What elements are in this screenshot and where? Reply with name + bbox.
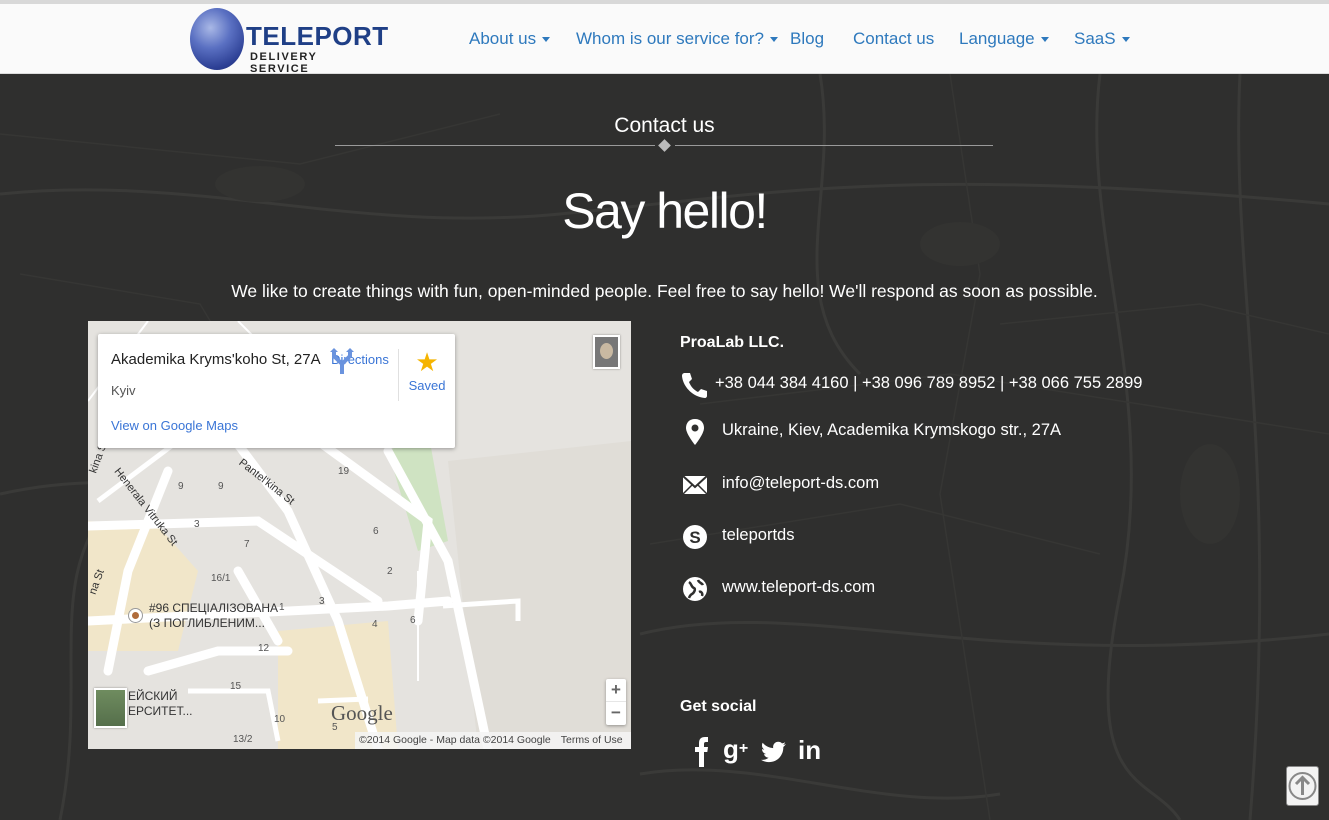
user-avatar[interactable] [593,335,620,369]
caret-down-icon [542,37,551,43]
house-number: 6 [410,615,416,626]
house-number: 9 [218,481,224,492]
skype-handle[interactable]: teleportds [722,526,794,545]
caret-down-icon [1040,37,1049,43]
scroll-to-top-button[interactable] [1286,766,1319,806]
house-number: 13/2 [233,734,253,745]
info-window-separator [398,349,399,401]
nav-about-us-label: About us [469,29,537,48]
skype-icon: S [683,525,707,549]
view-on-google-maps-link[interactable]: View on Google Maps [111,418,238,433]
zoom-in-button[interactable]: + [606,679,626,702]
map-attribution: ©2014 Google - Map data ©2014 Google [359,734,551,746]
headline: Say hello! [562,183,768,239]
house-number: 1 [279,602,285,613]
poi-line-2: (З ПОГЛИБЛЕНИМ... [149,616,265,630]
directions-icon [330,348,354,374]
linkedin-icon[interactable]: in [798,734,826,768]
get-social-title: Get social [680,698,757,715]
zoom-out-button[interactable]: − [606,702,626,725]
place-title: Akademika Kryms'koho St, 27A [111,351,321,368]
terms-of-use-link[interactable]: Terms of Use [561,734,623,746]
nav-saas[interactable]: SaaS [1074,29,1130,49]
saved-button[interactable]: ★ Saved [403,348,451,393]
star-icon: ★ [415,347,439,377]
caret-down-icon [1121,37,1130,43]
logo-title: TELEPORT [246,21,389,51]
zoom-control: + − [606,679,626,725]
school-pin-icon[interactable] [128,608,143,623]
nav-contact-us[interactable]: Contact us [853,29,934,49]
site-logo[interactable]: TELEPORT DELIVERY SERVICE [190,8,388,75]
intro-text: We like to create things with fun, open-… [231,281,1098,301]
house-number: 12 [258,643,270,654]
house-number: 7 [244,539,250,550]
google-logo: Google [331,701,393,725]
house-number: 4 [372,619,378,630]
envelope-icon [682,475,708,495]
corner-poi-label: ЕЙСКИЙ ЕРСИТЕТ... [128,689,193,719]
section-title: Contact us [614,114,715,137]
house-number: 16/1 [211,573,231,584]
place-city: Kyiv [111,383,136,398]
saved-label: Saved [408,378,446,393]
google-map[interactable]: Pantel'kina St Henerala Vitruka St kina … [88,321,631,749]
company-name: ProaLab LLC. [680,334,785,351]
globe-logo-icon [190,8,244,70]
house-number: 3 [319,596,325,607]
nav-blog-label: Blog [790,29,825,48]
poi-line-1: #96 СПЕЦІАЛІЗОВАНА [149,601,279,615]
house-number: 2 [387,566,393,577]
nav-whom-for[interactable]: Whom is our service for? [576,29,778,49]
phone-numbers[interactable]: +38 044 384 4160 | +38 096 789 8952 | +3… [715,374,1142,393]
top-navbar: TELEPORT DELIVERY SERVICE About us Whom … [0,0,1329,75]
caret-down-icon [770,37,778,43]
nav-contact-us-label: Contact us [853,29,935,48]
svg-text:S: S [689,528,700,547]
logo-subtitle: DELIVERY SERVICE [250,51,318,75]
house-number: 9 [178,481,184,492]
website-link[interactable]: www.teleport-ds.com [722,578,875,597]
street-view-thumbnail[interactable] [94,688,127,728]
house-number: 19 [338,466,350,477]
map-attribution-bar: ©2014 Google - Map data ©2014 Google Term… [355,732,631,749]
poi-label[interactable]: #96 СПЕЦІАЛІЗОВАНА (З ПОГЛИБЛЕНИМ... [149,601,278,631]
nav-language[interactable]: Language [959,29,1049,49]
nav-blog[interactable]: Blog [790,29,824,49]
google-plus-icon[interactable]: g+ [723,734,751,768]
nav-saas-label: SaaS [1074,29,1116,48]
house-number: 10 [274,714,286,725]
twitter-icon[interactable] [758,734,788,768]
contact-section: Contact us Say hello! We like to create … [0,74,1329,820]
facebook-icon[interactable] [688,734,716,768]
arrow-up-circle-icon [1288,772,1317,800]
email-link[interactable]: info@teleport-ds.com [722,474,879,493]
location-pin-icon [686,419,704,445]
globe-icon [683,577,707,601]
map-info-window: Akademika Kryms'koho St, 27A Kyiv View o… [98,334,455,448]
house-number: 3 [194,519,200,530]
address-text: Ukraine, Kiev, Academika Krymskogo str.,… [722,421,1061,439]
corner-poi-line-2: ЕРСИТЕТ... [128,704,193,718]
corner-poi-line-1: ЕЙСКИЙ [128,689,178,703]
phone-icon [682,373,707,398]
divider-line-left [335,145,655,146]
nav-language-label: Language [959,29,1035,48]
house-number: 15 [230,681,242,692]
nav-whom-for-label: Whom is our service for? [576,29,764,48]
house-number: 6 [373,526,379,537]
divider-line-right [675,145,993,146]
nav-about-us[interactable]: About us [469,29,551,49]
directions-button[interactable]: Directions [330,348,390,374]
